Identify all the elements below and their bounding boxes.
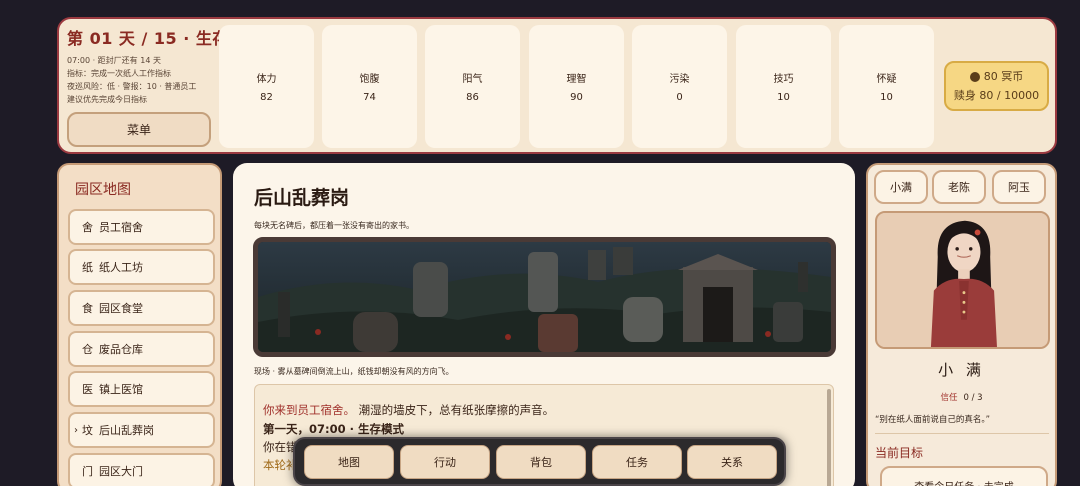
location-glyph: 门 (82, 465, 93, 478)
location-dormitory[interactable]: 舍 员工宿舍 (68, 209, 215, 245)
log-text: 潮湿的墙皮下，总有纸张摩擦的声音。 (355, 403, 555, 417)
location-graveyard[interactable]: › 坟 后山乱葬岗 (68, 412, 215, 448)
trust-row: 信任 0 / 3 (868, 391, 1055, 403)
location-label: 后山乱葬岗 (99, 424, 154, 437)
stat-label: 污染 (669, 74, 690, 85)
stat-value: 90 (570, 92, 583, 103)
stat-pollution: 污染 0 (632, 25, 727, 148)
stat-suspicion: 怀疑 10 (839, 25, 934, 148)
day-title: 第 01 天 / 15 · 生存 (67, 29, 229, 48)
time-line: 07:00 · 距封厂还有 14 天 (67, 56, 161, 65)
location-glyph: 纸 (82, 261, 93, 274)
location-glyph: 食 (82, 302, 93, 315)
location-glyph: 医 (82, 383, 93, 396)
divider (875, 433, 1049, 434)
redemption-progress: 赎身 80 / 10000 (953, 89, 1040, 102)
location-canteen[interactable]: 食 园区食堂 (68, 290, 215, 326)
scene-title: 后山乱葬岗 (254, 187, 350, 209)
location-label: 镇上医馆 (99, 383, 143, 396)
stat-sanity: 理智 90 (529, 25, 624, 148)
day-info: 第 01 天 / 15 · 生存 07:00 · 距封厂还有 14 天 指标：完… (67, 25, 229, 106)
log-line: 第一天，07:00 · 生存模式 (263, 422, 404, 436)
npc-tab-xiaoman[interactable]: 小满 (874, 170, 928, 204)
trust-label: 信任 (940, 393, 958, 403)
stat-label: 体力 (256, 74, 277, 85)
location-label: 员工宿舍 (99, 221, 143, 234)
location-warehouse[interactable]: 仓 废品仓库 (68, 331, 215, 367)
status-bar: 第 01 天 / 15 · 生存 07:00 · 距封厂还有 14 天 指标：完… (57, 17, 1057, 154)
npc-name: 小 满 (938, 361, 985, 379)
trust-value: 0 / 3 (963, 393, 983, 403)
action-button[interactable]: 行动 (400, 445, 490, 479)
stat-value: 10 (880, 92, 893, 103)
currency-badge: 80 冥币 赎身 80 / 10000 (944, 61, 1049, 111)
npc-tab-laochen[interactable]: 老陈 (932, 170, 986, 204)
npc-portrait (875, 211, 1050, 349)
action-bar: 地图 行动 背包 任务 关系 (293, 437, 786, 486)
graveyard-illustration (258, 242, 831, 352)
log-scrollbar[interactable] (827, 389, 831, 486)
stat-label: 怀疑 (876, 74, 897, 85)
scene-description: 每块无名碑后，都压着一张没有寄出的家书。 (254, 221, 414, 230)
scene-image (253, 237, 836, 357)
location-label: 园区大门 (99, 465, 143, 478)
location-glyph: 坟 (82, 424, 93, 437)
location-glyph: 舍 (82, 221, 93, 234)
npc-tab-ayu[interactable]: 阿玉 (992, 170, 1046, 204)
goal-title: 当前目标 (875, 446, 924, 460)
map-panel: 园区地图 舍 员工宿舍 纸 纸人工坊 食 园区食堂 仓 废品仓库 医 镇上医馆 … (57, 163, 222, 486)
log-highlight: 你来到员工宿舍。 (263, 403, 355, 417)
map-button[interactable]: 地图 (304, 445, 394, 479)
menu-button[interactable]: 菜单 (67, 112, 211, 147)
stat-value: 86 (466, 92, 479, 103)
stat-value: 82 (260, 92, 273, 103)
risk-line: 夜巡风险：低 · 警报：10 · 普通员工 (67, 82, 197, 91)
stat-label: 技巧 (773, 74, 794, 85)
stat-label: 饱腹 (359, 74, 380, 85)
goal-button[interactable]: 查看今日任务 · 未完成 (880, 466, 1048, 486)
task-line: 指标：完成一次纸人工作指标 (67, 69, 171, 78)
location-workshop[interactable]: 纸 纸人工坊 (68, 249, 215, 285)
scene-caption: 现场 · 雾从墓碑间倒流上山，纸钱却朝没有风的方向飞。 (254, 367, 454, 376)
coin-count: 80 冥币 (983, 70, 1024, 83)
hint-line: 建议优先完成今日指标 (67, 95, 147, 104)
character-portrait-illustration (877, 213, 1048, 347)
stat-value: 74 (363, 92, 376, 103)
npc-quote: “别在纸人面前说自己的真名。” (875, 415, 991, 425)
location-glyph: 仓 (82, 343, 93, 356)
coin-icon (969, 71, 980, 82)
npc-panel: 小满 老陈 阿玉 小 满 信任 0 / 3 “别在纸人面前说自己的真名。” 当前目… (866, 163, 1057, 486)
stat-yang: 阳气 86 (425, 25, 520, 148)
stat-value: 0 (676, 92, 683, 103)
location-gate[interactable]: 门 园区大门 (68, 453, 215, 486)
location-label: 园区食堂 (99, 302, 143, 315)
log-line: 你来到员工宿舍。 潮湿的墙皮下，总有纸张摩擦的声音。 (263, 402, 554, 418)
relations-button[interactable]: 关系 (687, 445, 777, 479)
location-label: 纸人工坊 (99, 261, 143, 274)
stat-label: 阳气 (462, 74, 483, 85)
stat-satiety: 饱腹 74 (322, 25, 417, 148)
stat-value: 10 (777, 92, 790, 103)
stat-skill: 技巧 10 (736, 25, 831, 148)
backpack-button[interactable]: 背包 (496, 445, 586, 479)
quest-button[interactable]: 任务 (592, 445, 682, 479)
stat-label: 理智 (566, 74, 587, 85)
location-clinic[interactable]: 医 镇上医馆 (68, 371, 215, 407)
map-title: 园区地图 (75, 182, 131, 198)
stat-stamina: 体力 82 (219, 25, 314, 148)
location-label: 废品仓库 (99, 343, 143, 356)
